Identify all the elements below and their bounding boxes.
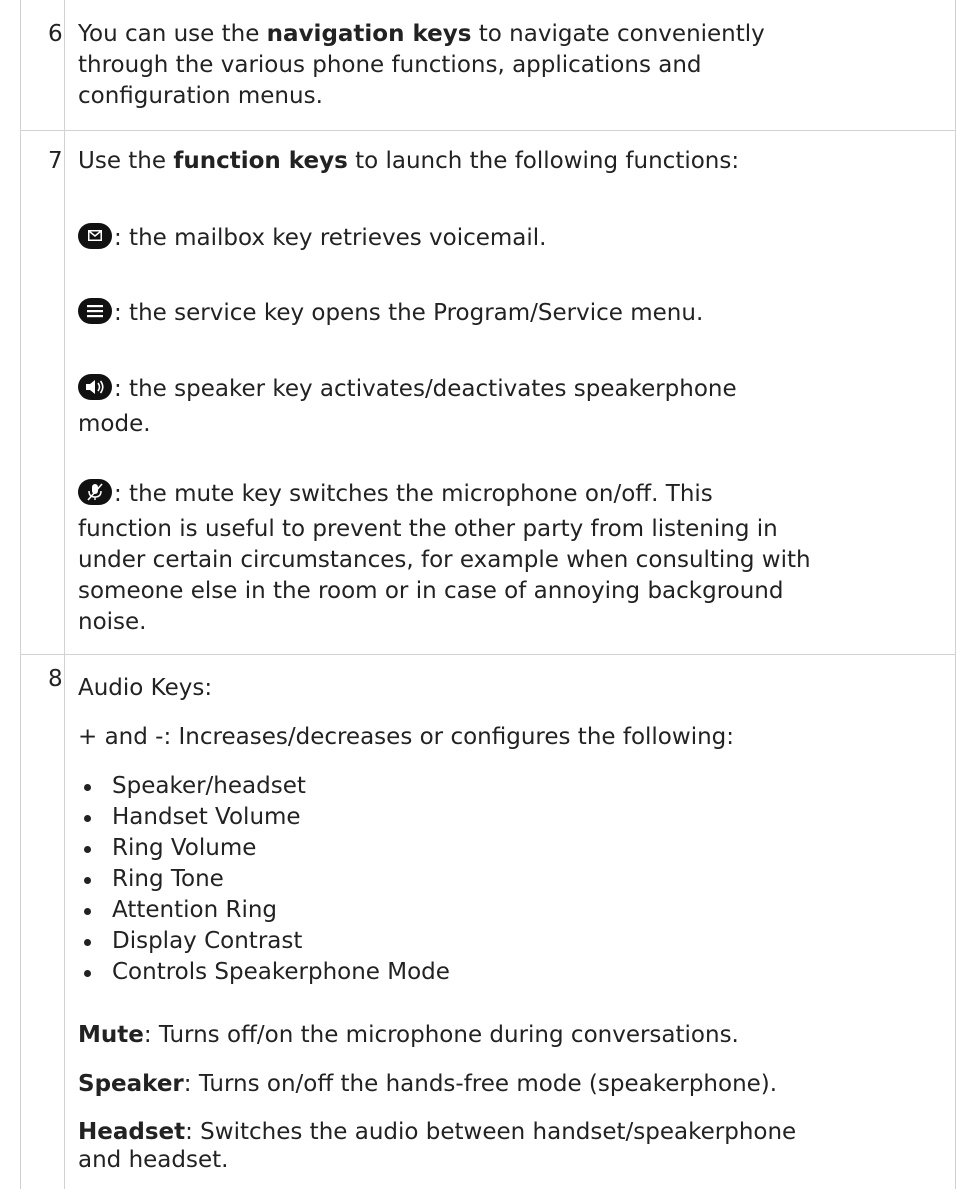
service-menu-icon — [78, 298, 112, 333]
text-line: function is useful to prevent the other … — [78, 516, 778, 542]
text-line: configuration menus. — [78, 83, 323, 109]
speaker-icon — [78, 374, 112, 409]
text: : Switches the audio between handset/spe… — [185, 1119, 797, 1145]
list-item: Handset Volume — [78, 802, 948, 833]
text: : the mute key switches the microphone o… — [114, 481, 713, 507]
term-navigation-keys: navigation keys — [266, 21, 472, 47]
headset-description: Headset: Switches the audio between hand… — [78, 1118, 948, 1174]
text: : Turns on/off the hands-free mode (spea… — [183, 1071, 778, 1097]
table-border-right — [955, 0, 956, 1189]
text: to launch the following functions: — [347, 148, 740, 174]
text-line: Headset: Switches the audio between hand… — [78, 1118, 948, 1146]
row-number: 6 — [48, 21, 63, 47]
row-6-description: You can use the navigation keys to navig… — [78, 19, 948, 112]
text-line: through the various phone functions, app… — [78, 52, 702, 78]
row-divider — [20, 654, 956, 655]
text: Use the — [78, 148, 174, 174]
function-key-mailbox: : the mailbox key retrieves voicemail. — [78, 223, 948, 258]
text: : the speaker key activates/deactivates … — [114, 376, 737, 402]
text-line: : the mute key switches the microphone o… — [78, 479, 948, 514]
mailbox-icon — [78, 223, 112, 258]
row-number: 8 — [48, 666, 63, 692]
speaker-description: Speaker: Turns on/off the hands-free mod… — [78, 1069, 948, 1100]
row-8-plusminus: + and -: Increases/decreases or configur… — [78, 724, 735, 750]
text: : Turns off/on the microphone during con… — [143, 1022, 739, 1048]
text-line: noise. — [78, 609, 147, 635]
text-line: : the speaker key activates/deactivates … — [78, 374, 948, 409]
text-line: : the mailbox key retrieves voicemail. — [78, 223, 948, 258]
text-line: You can use the navigation keys to navig… — [78, 19, 948, 50]
table-column-divider — [64, 0, 65, 1189]
bullet-list: Speaker/headset Handset Volume Ring Volu… — [78, 771, 948, 988]
text-line: Mute: Turns off/on the microphone during… — [78, 1020, 948, 1051]
mute-description: Mute: Turns off/on the microphone during… — [78, 1020, 948, 1051]
term-speaker: Speaker — [78, 1071, 184, 1097]
list-item: Display Contrast — [78, 926, 948, 957]
term-headset: Headset — [78, 1119, 186, 1145]
text-line: mode. — [78, 411, 151, 437]
list-item: Controls Speakerphone Mode — [78, 957, 948, 988]
audio-key-list: Speaker/headset Handset Volume Ring Volu… — [78, 771, 948, 988]
list-item: Attention Ring — [78, 895, 948, 926]
text: to navigate conveniently — [471, 21, 765, 47]
text-line: and headset. — [78, 1147, 229, 1173]
row-8-heading: Audio Keys: — [78, 675, 213, 701]
list-item: Ring Tone — [78, 864, 948, 895]
row-7-intro: Use the function keys to launch the foll… — [78, 146, 948, 177]
row-number: 7 — [48, 148, 63, 174]
text-line: someone else in the room or in case of a… — [78, 578, 784, 604]
text: : the mailbox key retrieves voicemail. — [114, 225, 547, 251]
text: : the service key opens the Program/Serv… — [114, 300, 704, 326]
text-line: under certain circumstances, for example… — [78, 547, 811, 573]
list-item: Ring Volume — [78, 833, 948, 864]
function-key-mute: : the mute key switches the microphone o… — [78, 479, 948, 638]
term-function-keys: function keys — [173, 148, 348, 174]
function-key-speaker: : the speaker key activates/deactivates … — [78, 374, 948, 440]
table-border-left — [20, 0, 21, 1189]
text: You can use the — [78, 21, 267, 47]
mute-microphone-icon — [78, 479, 112, 514]
text-line: : the service key opens the Program/Serv… — [78, 298, 948, 333]
term-mute: Mute — [78, 1022, 144, 1048]
text-line: Speaker: Turns on/off the hands-free mod… — [78, 1069, 948, 1100]
function-key-service: : the service key opens the Program/Serv… — [78, 298, 948, 333]
text-line: Use the function keys to launch the foll… — [78, 146, 948, 177]
list-item: Speaker/headset — [78, 771, 948, 802]
row-divider — [20, 130, 956, 131]
